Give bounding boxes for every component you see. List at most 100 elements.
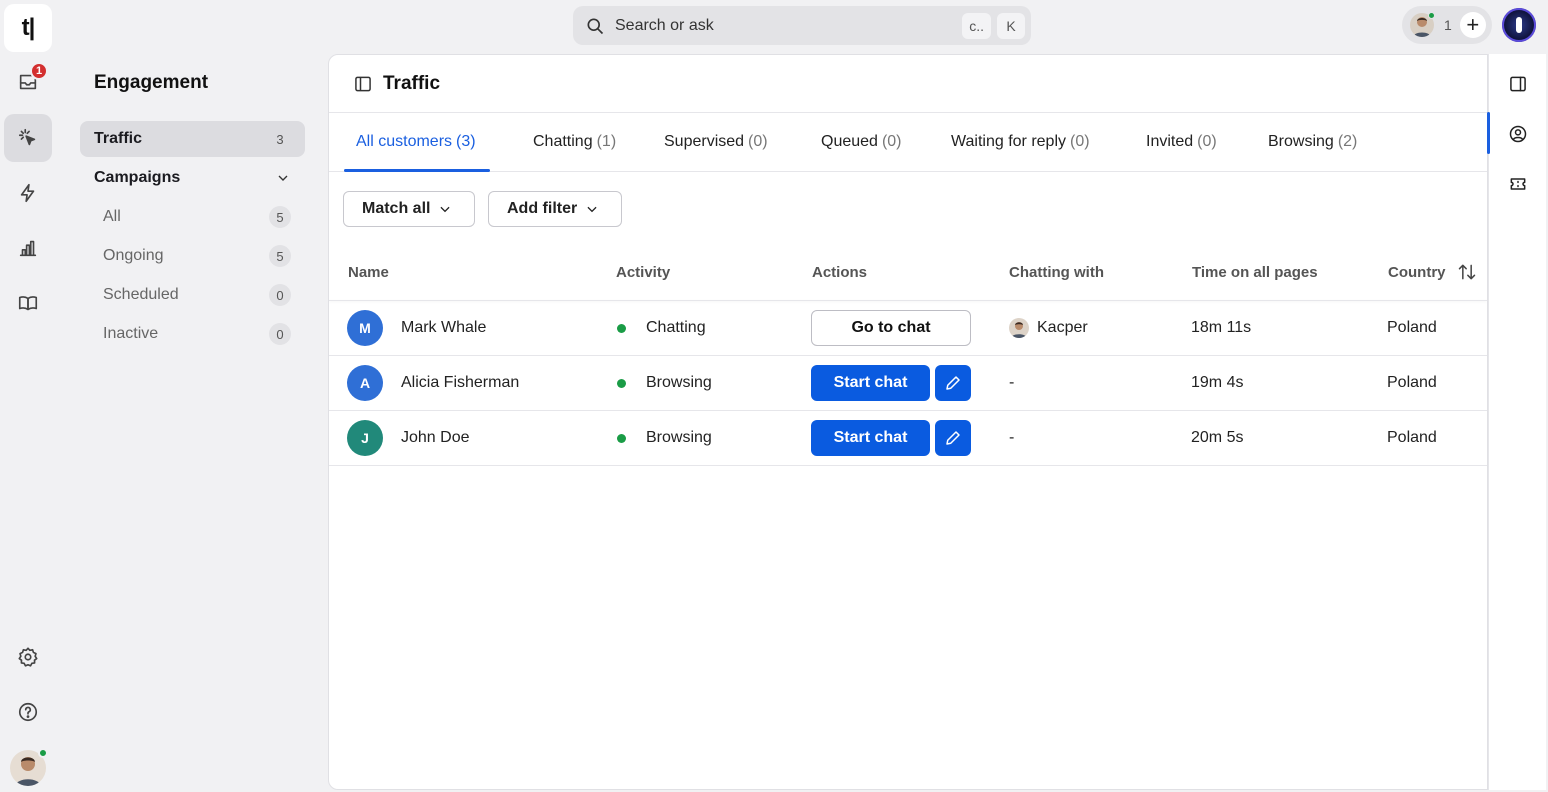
status-dot — [617, 433, 626, 443]
sidebar-item-all[interactable]: All 5 — [89, 199, 305, 235]
search-bar[interactable]: Search or ask c.. K — [573, 6, 1031, 45]
chevron-down-icon — [278, 175, 288, 181]
tab-label: Chatting — [533, 133, 593, 150]
add-filter-label: Add filter — [507, 200, 578, 217]
tab-invited[interactable]: Invited (0) — [1146, 113, 1217, 171]
column-header-chatting-with[interactable]: Chatting with — [1009, 264, 1104, 281]
activity-label: Browsing — [646, 374, 712, 391]
tab-queued[interactable]: Queued (0) — [821, 113, 902, 171]
online-agents-widget[interactable]: 1 + — [1402, 6, 1492, 44]
column-header-name[interactable]: Name — [348, 264, 389, 281]
inbox-button[interactable]: 1 — [4, 58, 52, 106]
table-row[interactable]: J John Doe Browsing Start chat - 20m 5s … — [329, 411, 1487, 466]
tab-label: Supervised — [664, 133, 745, 150]
sort-icon[interactable] — [1457, 262, 1477, 282]
go-to-chat-button[interactable]: Go to chat — [811, 310, 971, 346]
edit-invitation-button[interactable] — [935, 420, 971, 456]
customer-details-button[interactable] — [1502, 118, 1534, 150]
tab-waiting-for-reply[interactable]: Waiting for reply (0) — [951, 113, 1090, 171]
knowledge-button[interactable] — [4, 279, 52, 327]
chatting-with-cell: - — [1009, 374, 1015, 391]
sidebar-item-traffic[interactable]: Traffic 3 — [80, 121, 305, 157]
active-indicator — [1487, 112, 1490, 154]
tab-bar: All customers (3) Chatting (1) Supervised(… — [329, 113, 1487, 172]
help-button[interactable] — [4, 688, 52, 736]
edit-invitation-button[interactable] — [935, 365, 971, 401]
activity-cell: Chatting — [617, 301, 706, 355]
table-row[interactable]: A Alicia Fisherman Browsing Start chat -… — [329, 356, 1487, 411]
status-dot — [617, 323, 626, 333]
start-chat-button[interactable]: Start chat — [811, 420, 930, 456]
activity-label: Chatting — [646, 319, 706, 336]
column-header-activity[interactable]: Activity — [616, 264, 670, 281]
sidebar-item-scheduled[interactable]: Scheduled 0 — [89, 277, 305, 313]
online-agents-count: 1 — [1444, 17, 1452, 33]
tab-count: (0) — [881, 133, 902, 150]
add-filter-dropdown[interactable]: Add filter — [488, 191, 622, 227]
add-agent-button[interactable]: + — [1459, 12, 1486, 38]
country: Poland — [1387, 374, 1437, 391]
chatting-with-cell: Kacper — [1009, 301, 1088, 355]
tab-browsing[interactable]: Browsing (2) — [1268, 113, 1357, 171]
agent-avatar — [1009, 318, 1029, 338]
page-title: Traffic — [383, 72, 441, 94]
customer-name: John Doe — [401, 429, 470, 446]
organization-avatar[interactable] — [1502, 8, 1536, 42]
customer-avatar: M — [347, 310, 383, 346]
activity-cell: Browsing — [617, 411, 712, 465]
engagement-button[interactable] — [4, 114, 52, 162]
ticket-icon — [1510, 178, 1526, 190]
country: Poland — [1387, 429, 1437, 446]
panel-icon — [1510, 76, 1526, 92]
tab-label: Waiting for reply — [951, 133, 1066, 150]
settings-icon — [18, 647, 38, 667]
sidebar-item-count: 5 — [269, 245, 291, 267]
reports-button[interactable] — [4, 224, 52, 272]
column-header-actions: Actions — [812, 264, 868, 281]
sidebar-group-campaigns[interactable]: Campaigns — [80, 160, 305, 196]
tab-count: (0) — [748, 133, 768, 150]
sidebar-item-inactive[interactable]: Inactive 0 — [89, 316, 305, 352]
settings-button[interactable] — [4, 633, 52, 681]
customer-name: Alicia Fisherman — [401, 374, 520, 391]
table-row[interactable]: M Mark Whale Chatting Go to chat Kacper … — [329, 301, 1487, 356]
tab-count: (0) — [1070, 133, 1090, 150]
sidebar-item-label: Inactive — [103, 325, 159, 342]
pencil-icon — [946, 431, 960, 445]
activity-cell: Browsing — [617, 356, 712, 410]
sidebar-item-label: Ongoing — [103, 247, 164, 264]
column-header-time[interactable]: Time on all pages — [1192, 264, 1318, 281]
sidebar-item-count: 5 — [269, 206, 291, 228]
online-status-dot — [38, 748, 48, 758]
app-logo[interactable]: t| — [4, 4, 52, 52]
details-rail — [1487, 54, 1546, 790]
sidebar-item-label: Traffic — [94, 130, 143, 147]
tab-supervised[interactable]: Supervised (0) — [664, 113, 768, 171]
sidebar-toggle-icon[interactable] — [353, 74, 373, 94]
tab-chatting[interactable]: Chatting (1) — [533, 113, 616, 171]
sidebar-item-ongoing[interactable]: Ongoing 5 — [89, 238, 305, 274]
panel-header: Traffic — [329, 55, 1487, 113]
reports-icon — [19, 240, 37, 257]
match-all-dropdown[interactable]: Match all — [343, 191, 475, 227]
agent-online-dot — [1428, 12, 1435, 19]
sidebar-item-label: All — [103, 208, 121, 225]
status-dot — [617, 378, 626, 388]
time-on-pages: 20m 5s — [1191, 429, 1244, 446]
column-header-country[interactable]: Country — [1388, 264, 1446, 281]
automation-button[interactable] — [4, 169, 52, 217]
customer-avatar: J — [347, 420, 383, 456]
book-icon — [18, 296, 38, 311]
tab-all-customers[interactable]: All customers (3) — [344, 113, 490, 172]
search-placeholder: Search or ask — [615, 16, 714, 34]
chevron-down-icon — [587, 206, 597, 213]
user-circle-icon — [1509, 125, 1527, 143]
start-chat-button[interactable]: Start chat — [811, 365, 930, 401]
sidebar-item-count: 3 — [276, 131, 284, 147]
shortcut-key-1: c.. — [962, 12, 991, 39]
tab-count: (1) — [596, 133, 617, 150]
toggle-details-panel-button[interactable] — [1502, 68, 1534, 100]
tab-count: (2) — [1337, 133, 1358, 150]
sidebar-group-label: Campaigns — [94, 169, 181, 186]
tickets-button[interactable] — [1502, 168, 1534, 200]
